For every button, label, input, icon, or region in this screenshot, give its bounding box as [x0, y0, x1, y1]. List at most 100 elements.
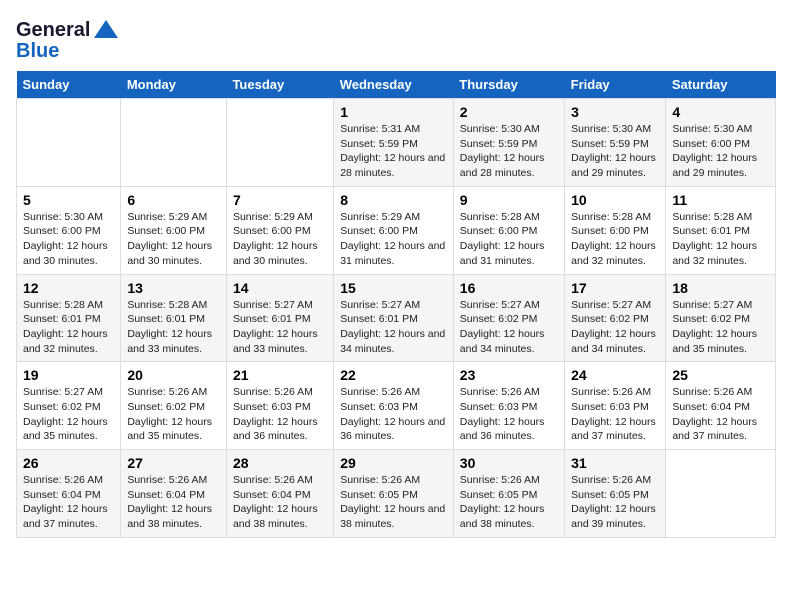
day-number: 8 — [340, 192, 447, 208]
logo-icon — [92, 16, 120, 44]
day-info: Daylight: 12 hours and 36 minutes. — [340, 415, 447, 444]
day-info: Daylight: 12 hours and 31 minutes. — [340, 239, 447, 268]
day-cell: 2Sunrise: 5:30 AMSunset: 5:59 PMDaylight… — [453, 99, 564, 187]
calendar-header-row: SundayMondayTuesdayWednesdayThursdayFrid… — [17, 71, 776, 99]
day-info: Sunset: 6:02 PM — [127, 400, 220, 415]
logo: General Blue — [16, 16, 120, 63]
day-info: Sunset: 6:03 PM — [340, 400, 447, 415]
day-info: Sunrise: 5:28 AM — [127, 298, 220, 313]
day-cell: 10Sunrise: 5:28 AMSunset: 6:00 PMDayligh… — [565, 186, 666, 274]
day-number: 23 — [460, 367, 558, 383]
day-cell: 16Sunrise: 5:27 AMSunset: 6:02 PMDayligh… — [453, 274, 564, 362]
day-cell: 12Sunrise: 5:28 AMSunset: 6:01 PMDayligh… — [17, 274, 121, 362]
week-row-1: 1 Sunrise: 5:31 AMSunset: 5:59 PM Daylight… — [17, 99, 776, 187]
day-number: 15 — [340, 280, 447, 296]
day-number: 1 — [340, 104, 447, 120]
day-info: Sunrise: 5:26 AM — [571, 385, 659, 400]
day-cell: 8Sunrise: 5:29 AMSunset: 6:00 PMDaylight… — [334, 186, 454, 274]
day-info: Daylight: 12 hours and 39 minutes. — [571, 502, 659, 531]
day-info: Sunrise: 5:27 AM — [23, 385, 114, 400]
day-info: Daylight: 12 hours and 36 minutes. — [233, 415, 327, 444]
day-info: Daylight: 12 hours and 37 minutes. — [672, 415, 769, 444]
day-info: Daylight: 12 hours and 33 minutes. — [233, 327, 327, 356]
day-info: Sunset: 6:02 PM — [460, 312, 558, 327]
header-monday: Monday — [121, 71, 227, 99]
day-number: 30 — [460, 455, 558, 471]
day-info: Sunrise: 5:31 AM — [340, 122, 447, 137]
day-info: Daylight: 12 hours and 35 minutes. — [672, 327, 769, 356]
day-info: Sunrise: 5:30 AM — [571, 122, 659, 137]
day-cell: 23 Sunrise: 5:26 AMSunset: 6:03 PMDayligh… — [453, 362, 564, 450]
day-info: Sunrise: 5:26 AM — [460, 385, 558, 400]
day-cell — [121, 99, 227, 187]
day-number: 19 — [23, 367, 114, 383]
day-info: Sunset: 6:01 PM — [672, 224, 769, 239]
day-info: Daylight: 12 hours and 30 minutes. — [233, 239, 327, 268]
day-number: 14 — [233, 280, 327, 296]
day-info: Daylight: 12 hours and 38 minutes. — [127, 502, 220, 531]
day-info: Sunrise: 5:26 AM — [127, 385, 220, 400]
day-info: Sunrise: 5:26 AM — [340, 473, 447, 488]
day-cell: 30Sunrise: 5:26 AMSunset: 6:05 PMDayligh… — [453, 450, 564, 538]
day-info: Sunset: 6:00 PM — [340, 224, 447, 239]
day-cell: 27Sunrise: 5:26 AMSunset: 6:04 PMDayligh… — [121, 450, 227, 538]
day-number: 24 — [571, 367, 659, 383]
day-info: Daylight: 12 hours and 30 minutes. — [127, 239, 220, 268]
day-info: Daylight: 12 hours and 36 minutes. — [460, 415, 558, 444]
day-info: Daylight: 12 hours and 32 minutes. — [571, 239, 659, 268]
day-info: Sunset: 6:00 PM — [233, 224, 327, 239]
day-info: Sunset: 6:01 PM — [340, 312, 447, 327]
day-number: 4 — [672, 104, 769, 120]
day-info: Daylight: 12 hours and 35 minutes. — [23, 415, 114, 444]
day-cell: 14Sunrise: 5:27 AMSunset: 6:01 PMDayligh… — [226, 274, 333, 362]
day-number: 7 — [233, 192, 327, 208]
day-cell: 28Sunrise: 5:26 AMSunset: 6:04 PMDayligh… — [226, 450, 333, 538]
day-number: 16 — [460, 280, 558, 296]
day-info: Sunset: 6:02 PM — [571, 312, 659, 327]
day-number: 11 — [672, 192, 769, 208]
day-info: Sunrise: 5:26 AM — [233, 473, 327, 488]
day-cell: 18Sunrise: 5:27 AMSunset: 6:02 PMDayligh… — [666, 274, 776, 362]
day-info: Sunset: 5:59 PM — [340, 137, 447, 152]
day-cell: 17Sunrise: 5:27 AMSunset: 6:02 PMDayligh… — [565, 274, 666, 362]
day-number: 27 — [127, 455, 220, 471]
day-cell: 5Sunrise: 5:30 AMSunset: 6:00 PMDaylight… — [17, 186, 121, 274]
day-info: Sunset: 6:03 PM — [460, 400, 558, 415]
day-info: Sunrise: 5:27 AM — [571, 298, 659, 313]
day-info: Sunrise: 5:27 AM — [460, 298, 558, 313]
day-info: Sunset: 6:01 PM — [127, 312, 220, 327]
day-number: 31 — [571, 455, 659, 471]
day-info: Sunset: 6:05 PM — [340, 488, 447, 503]
day-info: Daylight: 12 hours and 35 minutes. — [127, 415, 220, 444]
header-thursday: Thursday — [453, 71, 564, 99]
day-info: Sunrise: 5:26 AM — [233, 385, 327, 400]
day-info: Daylight: 12 hours and 29 minutes. — [571, 151, 659, 180]
day-cell — [17, 99, 121, 187]
week-row-3: 12Sunrise: 5:28 AMSunset: 6:01 PMDayligh… — [17, 274, 776, 362]
day-cell: 9Sunrise: 5:28 AMSunset: 6:00 PMDaylight… — [453, 186, 564, 274]
day-cell: 29Sunrise: 5:26 AMSunset: 6:05 PMDayligh… — [334, 450, 454, 538]
day-info: Daylight: 12 hours and 32 minutes. — [23, 327, 114, 356]
day-info: Daylight: 12 hours and 30 minutes. — [23, 239, 114, 268]
day-info: Sunrise: 5:26 AM — [571, 473, 659, 488]
day-info: Sunset: 6:04 PM — [23, 488, 114, 503]
day-info: Sunset: 6:02 PM — [23, 400, 114, 415]
day-cell: 19 Sunrise: 5:27 AMSunset: 6:02 PMDayligh… — [17, 362, 121, 450]
day-cell: 21Sunrise: 5:26 AMSunset: 6:03 PMDayligh… — [226, 362, 333, 450]
header-wednesday: Wednesday — [334, 71, 454, 99]
day-cell: 24Sunrise: 5:26 AMSunset: 6:03 PMDayligh… — [565, 362, 666, 450]
day-number: 25 — [672, 367, 769, 383]
week-row-4: 19Sunrise: 5:27 AMSunset: 6:02 PMDayligh… — [17, 362, 776, 450]
header-sunday: Sunday — [17, 71, 121, 99]
day-cell: 25Sunrise: 5:26 AMSunset: 6:04 PMDayligh… — [666, 362, 776, 450]
day-number: 6 — [127, 192, 220, 208]
day-info: Sunset: 6:00 PM — [672, 137, 769, 152]
day-cell: 20 Sunrise: 5:26 AMSunset: 6:02 PMDayligh… — [121, 362, 227, 450]
logo-blue-text: Blue — [16, 40, 59, 63]
day-number: 20 — [127, 367, 220, 383]
page-header: General Blue — [16, 16, 776, 63]
day-info: Daylight: 12 hours and 34 minutes. — [571, 327, 659, 356]
day-info: Sunset: 6:00 PM — [460, 224, 558, 239]
day-number: 21 — [233, 367, 327, 383]
day-info: Daylight: 12 hours and 38 minutes. — [233, 502, 327, 531]
